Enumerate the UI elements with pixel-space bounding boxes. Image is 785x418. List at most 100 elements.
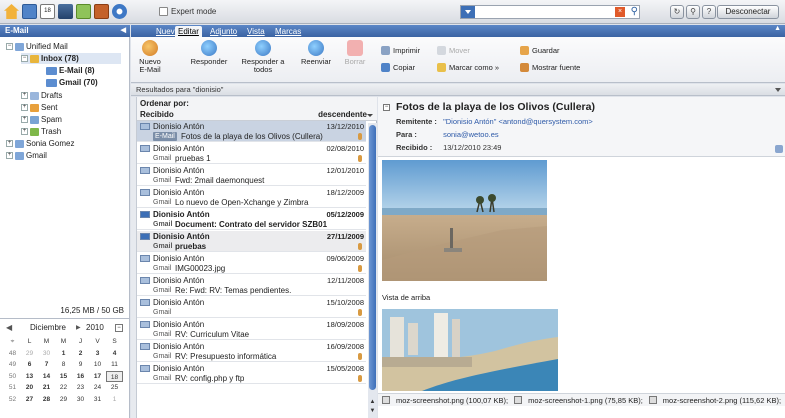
- mail-row[interactable]: Dionisio Antón 16/09/2008 Gmail RV: Pres…: [137, 341, 366, 362]
- calendar-day[interactable]: 20: [21, 382, 38, 394]
- recipient-link[interactable]: sonia@wetoo.es: [443, 130, 499, 139]
- copy-button[interactable]: Copiar: [381, 62, 415, 73]
- tab-vista[interactable]: Vista: [244, 26, 268, 37]
- folder-sent[interactable]: + Sent: [21, 102, 57, 113]
- sender-link[interactable]: "Dionisio Antón" <antond@quersystem.com>: [443, 117, 593, 126]
- expert-mode-checkbox[interactable]: [159, 7, 168, 16]
- collapse-panel-icon[interactable]: ◀: [121, 25, 126, 37]
- attachment-link[interactable]: moz-screenshot-2.png (115,62 KB);: [663, 396, 781, 405]
- mail-row[interactable]: Dionisio Antón 18/09/2008 Gmail RV: Curr…: [137, 319, 366, 340]
- mail-row[interactable]: Dionisio Antón 15/05/2008 Gmail RV: conf…: [137, 363, 366, 384]
- calendar-day[interactable]: 2: [72, 348, 89, 360]
- new-email-button[interactable]: Nuevo E-Mail: [137, 40, 163, 74]
- save-button[interactable]: Guardar: [520, 45, 560, 56]
- forward-button[interactable]: Reenviar: [298, 40, 334, 66]
- calendar-day[interactable]: 10: [89, 359, 106, 371]
- settings-icon[interactable]: [112, 4, 127, 19]
- calendar-icon[interactable]: 18: [40, 4, 55, 19]
- calendar-day[interactable]: 29: [21, 348, 38, 360]
- folder-gmail-account[interactable]: + Gmail: [6, 150, 47, 161]
- calendar-day[interactable]: 14: [38, 371, 55, 383]
- attachment-link[interactable]: moz-screenshot-1.png (75,85 KB);: [528, 396, 643, 405]
- sort-direction[interactable]: descendente: [318, 110, 367, 119]
- print-button[interactable]: Imprimir: [381, 45, 420, 56]
- collapse-header-icon[interactable]: −: [383, 104, 390, 111]
- calendar-day[interactable]: 13: [21, 371, 38, 383]
- preview-horizontal-scrollbar[interactable]: [378, 406, 785, 418]
- disconnect-button[interactable]: Desconectar: [717, 5, 779, 19]
- folder-spam[interactable]: + Spam: [21, 114, 62, 125]
- week-number[interactable]: 51: [4, 382, 21, 394]
- clear-search-icon[interactable]: ×: [615, 7, 625, 17]
- infostore-icon[interactable]: [94, 4, 109, 19]
- scroll-down-icon[interactable]: ▼: [369, 408, 376, 415]
- mail-row[interactable]: Dionisio Antón 05/12/2009 Gmail Document…: [137, 209, 366, 230]
- folder-sonia-gomez[interactable]: + Sonia Gomez: [6, 138, 74, 149]
- calendar-day[interactable]: 3: [89, 348, 106, 360]
- week-number[interactable]: 48: [4, 348, 21, 360]
- tab-marcas[interactable]: Marcas: [272, 26, 304, 37]
- folder-email[interactable]: E-Mail (8): [46, 65, 95, 76]
- help-button[interactable]: ?: [702, 5, 716, 19]
- tasks-icon[interactable]: [76, 4, 91, 19]
- results-menu-icon[interactable]: [775, 88, 781, 92]
- calendar-day[interactable]: 17: [89, 371, 106, 383]
- mail-row[interactable]: Dionisio Antón 09/06/2009 Gmail IMG00023…: [137, 253, 366, 274]
- calendar-day[interactable]: 1: [106, 394, 123, 406]
- show-source-button[interactable]: Mostrar fuente: [520, 62, 580, 73]
- folder-unified-mail[interactable]: − Unified Mail: [6, 41, 68, 52]
- tab-editar[interactable]: Editar: [175, 26, 202, 37]
- refresh-button[interactable]: ↻: [670, 5, 684, 19]
- folder-gmail[interactable]: Gmail (70): [46, 77, 98, 88]
- scroll-up-icon[interactable]: ▲: [369, 399, 376, 406]
- home-icon[interactable]: [4, 4, 19, 19]
- calendar-menu-icon[interactable]: −: [115, 323, 123, 332]
- collapse-ribbon-icon[interactable]: ▲: [774, 25, 781, 32]
- mail-list-scrollbar[interactable]: ▲ ▼: [368, 123, 377, 418]
- search-scope-dropdown[interactable]: [461, 6, 475, 18]
- next-month-icon[interactable]: ▶: [76, 324, 81, 331]
- delete-button[interactable]: Borrar: [341, 40, 369, 66]
- tab-adjunto[interactable]: Adjunto: [207, 26, 240, 37]
- expand-icon[interactable]: +: [6, 140, 13, 147]
- mail-row[interactable]: Dionisio Antón 02/08/2010 Gmail pruebas …: [137, 143, 366, 164]
- calendar-day[interactable]: 31: [89, 394, 106, 406]
- calendar-day[interactable]: 23: [72, 382, 89, 394]
- calendar-day[interactable]: 11: [106, 359, 123, 371]
- calendar-day[interactable]: 1: [55, 348, 72, 360]
- reply-all-button[interactable]: Responder a todos: [237, 40, 289, 74]
- attachment-link[interactable]: moz-screenshot.png (100,07 KB);: [396, 396, 508, 405]
- expand-icon[interactable]: +: [21, 104, 28, 111]
- expand-icon[interactable]: +: [21, 116, 28, 123]
- sort-dropdown-icon[interactable]: [367, 114, 373, 117]
- calendar-day[interactable]: 4: [106, 348, 123, 360]
- reply-button[interactable]: Responder: [189, 40, 229, 66]
- mail-row[interactable]: Dionisio Antón 12/01/2010 Gmail Fwd: 2ma…: [137, 165, 366, 186]
- move-button[interactable]: Mover: [437, 45, 470, 56]
- calendar-day[interactable]: 6: [21, 359, 38, 371]
- calendar-day[interactable]: 30: [72, 394, 89, 406]
- folder-drafts[interactable]: + Drafts: [21, 90, 62, 101]
- folder-trash[interactable]: + Trash: [21, 126, 61, 137]
- calendar-day[interactable]: 8: [55, 359, 72, 371]
- week-number[interactable]: 49: [4, 359, 21, 371]
- collapse-icon[interactable]: −: [6, 43, 13, 50]
- calendar-day[interactable]: 29: [55, 394, 72, 406]
- prev-month-icon[interactable]: ◀: [6, 323, 12, 332]
- mail-row[interactable]: Dionisio Antón 18/12/2009 Gmail Lo nuevo…: [137, 187, 366, 208]
- mail-row[interactable]: Dionisio Antón 12/11/2008 Gmail Re: Fwd:…: [137, 275, 366, 296]
- calendar-day-today[interactable]: 18: [106, 370, 123, 382]
- mail-row[interactable]: Dionisio Antón 27/11/2009 Gmail pruebas: [137, 231, 366, 252]
- calendar-day[interactable]: 16: [72, 371, 89, 383]
- calendar-day[interactable]: 21: [38, 382, 55, 394]
- calendar-day[interactable]: 30: [38, 348, 55, 360]
- search-input[interactable]: × ⚲: [460, 5, 640, 19]
- mail-row[interactable]: Dionisio Antón 13/12/2010 E-Mail Fotos d…: [137, 121, 366, 142]
- folder-inbox[interactable]: − Inbox (78): [21, 53, 121, 64]
- calendar-day[interactable]: 22: [55, 382, 72, 394]
- sort-field[interactable]: Recibido: [140, 110, 174, 119]
- expand-icon[interactable]: +: [21, 128, 28, 135]
- mail-row[interactable]: Dionisio Antón 15/10/2008 Gmail: [137, 297, 366, 318]
- calendar-day[interactable]: 15: [55, 371, 72, 383]
- search-icon[interactable]: ⚲: [631, 6, 638, 17]
